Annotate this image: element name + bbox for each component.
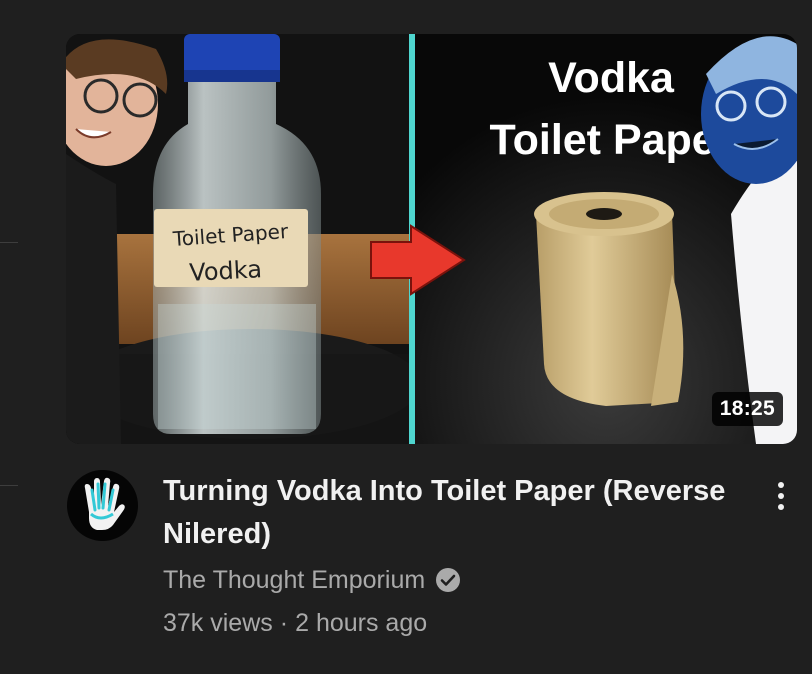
video-title[interactable]: Turning Vodka Into Toilet Paper (Reverse… (163, 470, 763, 556)
thumbnail-heading-line1: Vodka (548, 54, 675, 102)
meta-separator: · (279, 609, 289, 637)
sidebar-divider-top (0, 242, 18, 243)
menu-dot (778, 482, 784, 488)
video-metadata: 37k views · 2 hours ago (163, 609, 427, 638)
channel-avatar[interactable] (67, 470, 138, 541)
check-circle-icon (436, 568, 461, 592)
hand-logo-icon (84, 477, 125, 530)
more-vertical-icon[interactable] (764, 476, 798, 516)
sidebar-divider-bottom (0, 485, 18, 486)
channel-name: The Thought Emporium (163, 565, 426, 594)
thumbnail-heading-line2: Toilet Paper (490, 116, 733, 164)
duration-badge: 18:25 (711, 392, 783, 426)
channel-name-link[interactable]: The Thought Emporium (163, 564, 461, 596)
menu-dot (778, 504, 784, 510)
bottle-label-line2: Vodka (189, 255, 263, 287)
view-count: 37k views (163, 609, 273, 637)
menu-dot (778, 493, 784, 499)
thumbnail-image: Toilet Paper Vodka Vodka Toilet Paper (66, 34, 797, 444)
upload-age: 2 hours ago (295, 609, 428, 637)
video-thumbnail[interactable]: Toilet Paper Vodka Vodka Toilet Paper 18… (66, 34, 797, 444)
